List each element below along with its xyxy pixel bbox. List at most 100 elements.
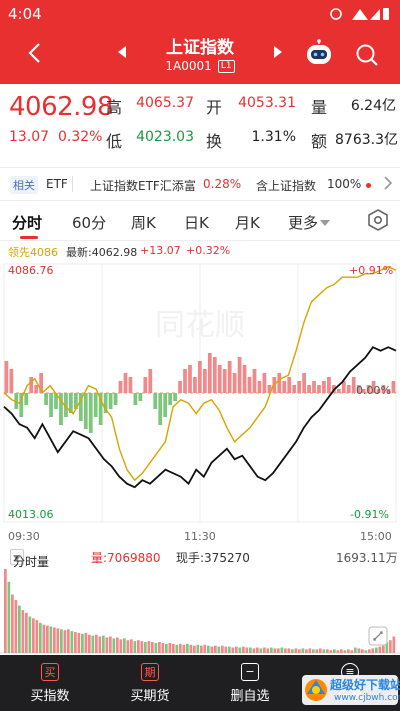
volume-hand: 现手:375270 [176, 551, 250, 565]
remove-watchlist-button[interactable]: − 删自选 [200, 655, 300, 711]
volume-bar [322, 649, 326, 653]
strength-bar [252, 369, 257, 393]
chevron-right-icon[interactable] [383, 175, 393, 191]
volume-bar [203, 644, 207, 653]
tab-daily[interactable]: 日K [184, 212, 209, 233]
settings-hex-icon[interactable] [366, 208, 390, 232]
page-title: 上证指数 [166, 38, 234, 58]
strength-bar [327, 377, 331, 393]
volume-bar [336, 650, 340, 653]
strength-bar [287, 377, 292, 393]
volume-bar [39, 622, 42, 653]
strength-bar [138, 393, 143, 401]
volume-bar [168, 642, 172, 653]
volume-indicator-select[interactable]: 分时量 [10, 549, 49, 569]
volume-bar [95, 634, 98, 653]
strength-bar [297, 381, 302, 393]
strength-bar [178, 381, 182, 393]
volume-bar [392, 636, 396, 653]
volume-bar [350, 650, 354, 653]
related-strip[interactable]: 相关 ETF 上证指数ETF汇添富 0.28% 含上证指数 100% [0, 167, 400, 201]
volume-bar [53, 627, 56, 653]
volume-bar [144, 642, 147, 653]
strength-bar [262, 373, 267, 393]
strength-bar [49, 393, 53, 417]
low-label: 低 [106, 132, 123, 151]
back-button[interactable] [14, 38, 54, 68]
buy-futures-label: 买期货 [130, 688, 170, 704]
volume-bar [333, 649, 336, 653]
tab-60min[interactable]: 60分 [72, 212, 106, 233]
buy-index-button[interactable]: 买 买指数 [0, 655, 100, 711]
price-change: 13.07 [9, 129, 50, 145]
volume-bar [109, 636, 112, 653]
chart-tabs: 分时 60分 周K 日K 月K 更多 [0, 203, 400, 241]
volume-bar [32, 618, 35, 653]
volume-bar [84, 632, 88, 653]
volume-bar [67, 629, 70, 653]
volume-bar [326, 649, 329, 653]
volume-total: 量:7069880 [91, 551, 161, 565]
prev-stock-button[interactable] [112, 42, 132, 62]
volume-bar [161, 642, 165, 653]
strength-bar [237, 357, 242, 393]
volume-bar [14, 600, 18, 653]
next-stock-button[interactable] [268, 42, 288, 62]
tab-weekly[interactable]: 周K [131, 212, 156, 233]
expand-icon[interactable] [368, 626, 388, 646]
volume-bar [217, 646, 221, 653]
volume-bar [259, 648, 263, 653]
strength-bar [88, 393, 93, 433]
tab-more[interactable]: 更多 [288, 212, 331, 233]
ai-assistant-button[interactable] [302, 36, 336, 70]
pct-max-label: +0.91% [349, 264, 394, 277]
battery-icon [383, 8, 389, 20]
strength-bar [34, 385, 39, 393]
volume-label: 量 [311, 98, 328, 117]
divider [72, 176, 73, 192]
quote-panel: 4062.98 13.07 0.32% 高 4065.37 开 4053.31 … [0, 84, 400, 164]
contains-value: 100% [327, 177, 362, 191]
volume-bar [154, 642, 158, 653]
volume-bar [147, 641, 151, 653]
last-price: 4062.98 [9, 92, 114, 122]
volume-chart[interactable] [0, 566, 400, 654]
intraday-chart[interactable]: 同花顺 [0, 260, 400, 530]
volume-bar [112, 638, 116, 653]
volume-bar [49, 626, 53, 653]
volume-bar [252, 648, 256, 653]
status-bar: 4:04 [0, 0, 400, 30]
watermark-url: www.cjbwh.com [334, 693, 400, 703]
turnover-value: 1.31% [251, 129, 296, 145]
futures-icon: 期 [141, 662, 159, 681]
stock-code: 1A0001 [165, 59, 212, 73]
volume-bar [305, 649, 308, 653]
contains-label: 含上证指数 [256, 179, 317, 193]
volume-bar [35, 620, 39, 653]
volume-bar [130, 639, 133, 653]
volume-bar [319, 648, 322, 653]
related-tag: 相关 [10, 176, 38, 194]
tab-intraday[interactable]: 分时 [12, 212, 42, 233]
volume-bar [291, 649, 294, 653]
strength-bar [148, 369, 153, 393]
tab-monthly[interactable]: 月K [235, 212, 260, 233]
volume-max: 1693.11万 [336, 551, 398, 565]
volume-bar [235, 646, 238, 653]
triangle-right-icon [274, 46, 282, 58]
volume-bar [280, 647, 284, 653]
etf-label: ETF [46, 177, 68, 191]
buy-futures-button[interactable]: 期 买期货 [100, 655, 200, 711]
volume-bar [210, 646, 214, 653]
volume-bar [123, 638, 126, 653]
search-button[interactable] [350, 38, 384, 72]
minus-box-icon: − [241, 662, 259, 681]
volume-bar [298, 649, 301, 653]
volume-bar [287, 648, 291, 653]
etf-fund-name[interactable]: 上证指数ETF汇添富 [90, 177, 196, 194]
strength-bar [113, 393, 118, 405]
volume-bar [315, 649, 319, 653]
strength-bar [168, 393, 173, 405]
volume-bar [182, 644, 186, 653]
volume-bar [231, 647, 235, 653]
